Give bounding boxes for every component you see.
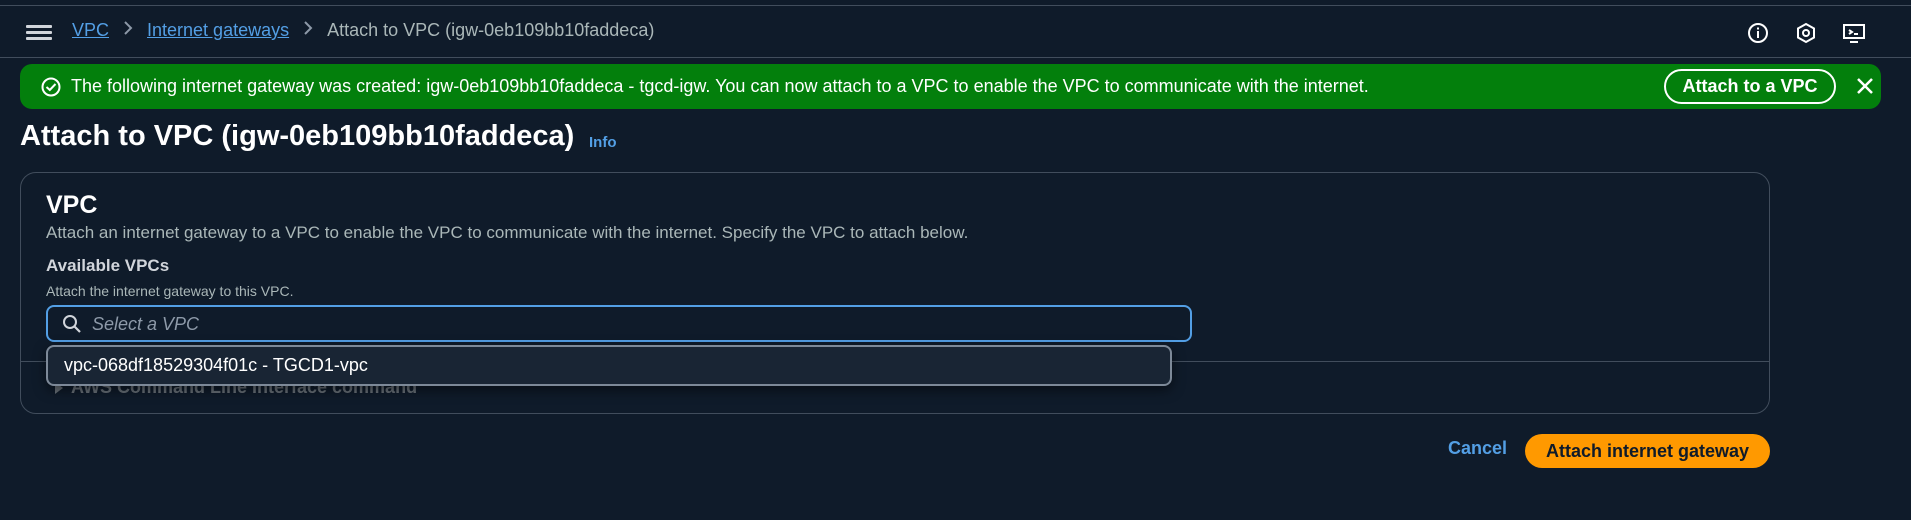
hamburger-menu-icon[interactable] bbox=[26, 22, 52, 44]
breadcrumb-internet-gateways-link[interactable]: Internet gateways bbox=[147, 20, 289, 41]
vpc-select-field[interactable] bbox=[46, 305, 1192, 342]
header-utilities bbox=[1745, 20, 1867, 46]
chevron-right-icon bbox=[123, 20, 133, 41]
page-title: Attach to VPC (igw-0eb109bb10faddeca) bbox=[20, 120, 575, 152]
check-circle-icon bbox=[40, 76, 62, 98]
close-icon[interactable] bbox=[1854, 75, 1876, 97]
dropdown-option[interactable]: vpc-068df18529304f01c - TGCD1-vpc bbox=[64, 355, 368, 376]
cancel-button[interactable]: Cancel bbox=[1448, 438, 1507, 459]
settings-hex-icon[interactable] bbox=[1793, 20, 1819, 46]
available-vpcs-label: Available VPCs bbox=[46, 256, 170, 275]
breadcrumb-current: Attach to VPC (igw-0eb109bb10faddeca) bbox=[327, 20, 655, 40]
info-link[interactable]: Info bbox=[589, 134, 617, 151]
flash-message: The following internet gateway was creat… bbox=[71, 76, 1369, 96]
search-icon bbox=[62, 314, 82, 334]
vpc-search-input[interactable] bbox=[92, 311, 1172, 337]
attach-internet-gateway-button[interactable]: Attach internet gateway bbox=[1525, 434, 1770, 468]
section-description: Attach an internet gateway to a VPC to e… bbox=[46, 223, 969, 242]
top-navigation: VPC Internet gateways Attach to VPC (igw… bbox=[0, 6, 1911, 58]
available-vpcs-description: Attach the internet gateway to this VPC. bbox=[46, 283, 294, 299]
breadcrumb-vpc-link[interactable]: VPC bbox=[72, 20, 109, 41]
section-heading: VPC bbox=[46, 191, 98, 219]
chevron-right-icon bbox=[303, 20, 313, 41]
feedback-screen-icon[interactable] bbox=[1841, 20, 1867, 46]
vpc-dropdown-list: vpc-068df18529304f01c - TGCD1-vpc bbox=[46, 345, 1172, 386]
attach-to-vpc-button[interactable]: Attach to a VPC bbox=[1664, 69, 1836, 104]
breadcrumb: VPC Internet gateways Attach to VPC (igw… bbox=[72, 20, 654, 41]
info-icon[interactable] bbox=[1745, 20, 1771, 46]
success-flash-banner: The following internet gateway was creat… bbox=[20, 64, 1881, 109]
